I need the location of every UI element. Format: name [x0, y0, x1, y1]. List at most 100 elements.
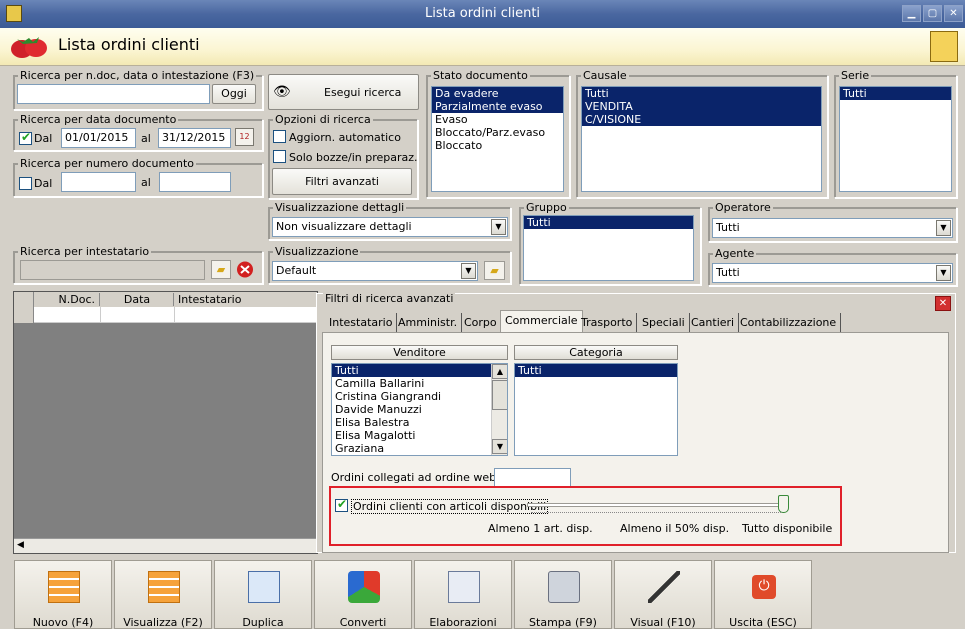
details-value: Non visualizzare dettagli: [276, 220, 412, 233]
agente-legend: Agente: [713, 247, 757, 260]
close-panel-icon[interactable]: ✕: [935, 296, 951, 311]
tab-corpo[interactable]: Corpo: [460, 313, 502, 332]
categoria-list[interactable]: Tutti: [514, 363, 678, 456]
list-item[interactable]: Tutti: [332, 364, 507, 377]
list-item[interactable]: Graziana: [332, 442, 507, 455]
list-item[interactable]: Tutti: [840, 87, 951, 100]
search-general-input[interactable]: [17, 84, 210, 104]
new-button[interactable]: Nuovo (F4): [14, 560, 112, 629]
maximize-button[interactable]: ▢: [923, 5, 942, 22]
list-item[interactable]: Elisa Magalotti: [332, 429, 507, 442]
auto-update-checkbox[interactable]: [273, 130, 286, 143]
slider-thumb[interactable]: [778, 495, 789, 513]
chevron-down-icon[interactable]: ▼: [461, 263, 476, 279]
web-order-input[interactable]: [494, 468, 571, 488]
intestatario-legend: Ricerca per intestatario: [18, 245, 152, 258]
tab-contabilizzazione[interactable]: Contabilizzazione: [736, 313, 842, 332]
run-search-button[interactable]: 👁 Esegui ricerca: [268, 74, 419, 110]
tab-amministr[interactable]: Amministr.: [394, 313, 463, 332]
list-item[interactable]: Bloccato/Parz.evaso: [432, 126, 563, 139]
today-button[interactable]: Oggi: [212, 84, 256, 104]
convert-button[interactable]: Converti: [314, 560, 412, 629]
scroll-left-icon[interactable]: ◀: [17, 540, 24, 550]
view-select[interactable]: Default ▼: [272, 261, 478, 281]
grid-horizontal-scrollbar[interactable]: ◀: [14, 538, 317, 553]
drafts-only-checkbox[interactable]: [273, 150, 286, 163]
list-item[interactable]: Evaso: [432, 113, 563, 126]
venditore-list[interactable]: Tutti Camilla Ballarini Cristina Giangra…: [331, 363, 508, 456]
date-from-checkbox[interactable]: [19, 130, 32, 145]
number-from-label: Dal: [34, 177, 53, 190]
view-button[interactable]: Visualizza (F2): [114, 560, 212, 629]
available-articles-label: Ordini clienti con articoli disponibili: [351, 499, 549, 514]
table-row[interactable]: [14, 307, 317, 323]
tab-trasporto[interactable]: Trasporto: [577, 313, 638, 332]
tab-cantieri[interactable]: Cantieri: [687, 313, 740, 332]
tab-intestatario[interactable]: Intestatario: [325, 313, 398, 332]
agente-value: Tutti: [716, 266, 740, 279]
visual-button[interactable]: Visual (F10): [614, 560, 712, 629]
tab-speciali[interactable]: Speciali: [638, 313, 690, 332]
list-item[interactable]: Elisa Balestra: [332, 416, 507, 429]
column-header-data[interactable]: Data: [101, 293, 174, 306]
list-item[interactable]: Camilla Ballarini: [332, 377, 507, 390]
close-window-button[interactable]: ✕: [944, 5, 963, 22]
scroll-up-icon[interactable]: ▲: [492, 364, 507, 379]
list-item[interactable]: Davide Manuzzi: [332, 403, 507, 416]
serie-list[interactable]: Tutti: [839, 86, 952, 192]
number-to-input[interactable]: [159, 172, 231, 192]
scroll-thumb[interactable]: [492, 380, 507, 410]
advanced-filters-button[interactable]: Filtri avanzati: [272, 168, 412, 195]
chevron-down-icon[interactable]: ▼: [491, 219, 506, 235]
date-to-input[interactable]: 31/12/2015: [158, 128, 231, 148]
duplicate-button[interactable]: Duplica: [214, 560, 312, 629]
list-item[interactable]: Tutti: [582, 87, 821, 100]
column-header-ndoc[interactable]: N.Doc.: [34, 293, 100, 306]
exit-button[interactable]: ⏻ Uscita (ESC): [714, 560, 812, 629]
print-label: Stampa (F9): [529, 616, 597, 629]
gruppo-list[interactable]: Tutti: [523, 215, 694, 281]
folder-icon[interactable]: ▰: [211, 260, 231, 279]
details-legend: Visualizzazione dettagli: [273, 201, 407, 214]
doc-state-list[interactable]: Da evadere Parzialmente evaso Evaso Bloc…: [431, 86, 564, 192]
list-item[interactable]: Da evadere: [432, 87, 563, 100]
venditore-scrollbar[interactable]: ▲ ▼: [491, 364, 507, 455]
scroll-down-icon[interactable]: ▼: [492, 439, 507, 454]
chevron-down-icon[interactable]: ▼: [936, 220, 951, 236]
list-item[interactable]: VENDITA: [582, 100, 821, 113]
availability-slider[interactable]: [527, 495, 789, 513]
orders-grid[interactable]: N.Doc. Data Intestatario ◀: [13, 291, 318, 554]
list-item[interactable]: Tutti: [524, 216, 693, 229]
processing-button[interactable]: Elaborazioni: [414, 560, 512, 629]
drafts-only-label: Solo bozze/in preparaz.: [289, 151, 418, 164]
available-articles-checkbox[interactable]: [335, 497, 348, 512]
number-from-checkbox[interactable]: [19, 177, 32, 190]
list-item[interactable]: Bloccato: [432, 139, 563, 152]
list-item[interactable]: Tutti: [515, 364, 677, 377]
strawberry-icon: [11, 37, 47, 58]
duplicate-label: Duplica: [242, 616, 284, 629]
operatore-select[interactable]: Tutti ▼: [712, 218, 953, 238]
clear-icon[interactable]: [235, 260, 255, 279]
agente-select[interactable]: Tutti ▼: [712, 263, 953, 283]
details-select[interactable]: Non visualizzare dettagli ▼: [272, 217, 508, 237]
column-header-intestatario[interactable]: Intestatario: [175, 293, 315, 306]
causale-list[interactable]: Tutti VENDITA C/VISIONE: [581, 86, 822, 192]
chevron-down-icon[interactable]: ▼: [936, 265, 951, 281]
users-icon[interactable]: [930, 31, 958, 62]
list-item[interactable]: Parzialmente evaso: [432, 100, 563, 113]
date-from-input[interactable]: 01/01/2015: [61, 128, 136, 148]
page-title: Lista ordini clienti: [58, 35, 200, 54]
highlight-box: [329, 486, 842, 546]
advanced-filters-legend: Filtri di ricerca avanzati: [323, 292, 456, 305]
folder-icon[interactable]: ▰: [484, 261, 505, 280]
list-item[interactable]: C/VISIONE: [582, 113, 821, 126]
run-search-label: Esegui ricerca: [324, 86, 402, 99]
calendar-icon[interactable]: 12: [235, 128, 254, 146]
tab-commerciale[interactable]: Commerciale: [500, 310, 583, 332]
view-legend: Visualizzazione: [273, 245, 361, 258]
minimize-button[interactable]: ▁: [902, 5, 921, 22]
print-button[interactable]: Stampa (F9): [514, 560, 612, 629]
list-item[interactable]: Cristina Giangrandi: [332, 390, 507, 403]
number-from-input[interactable]: [61, 172, 136, 192]
